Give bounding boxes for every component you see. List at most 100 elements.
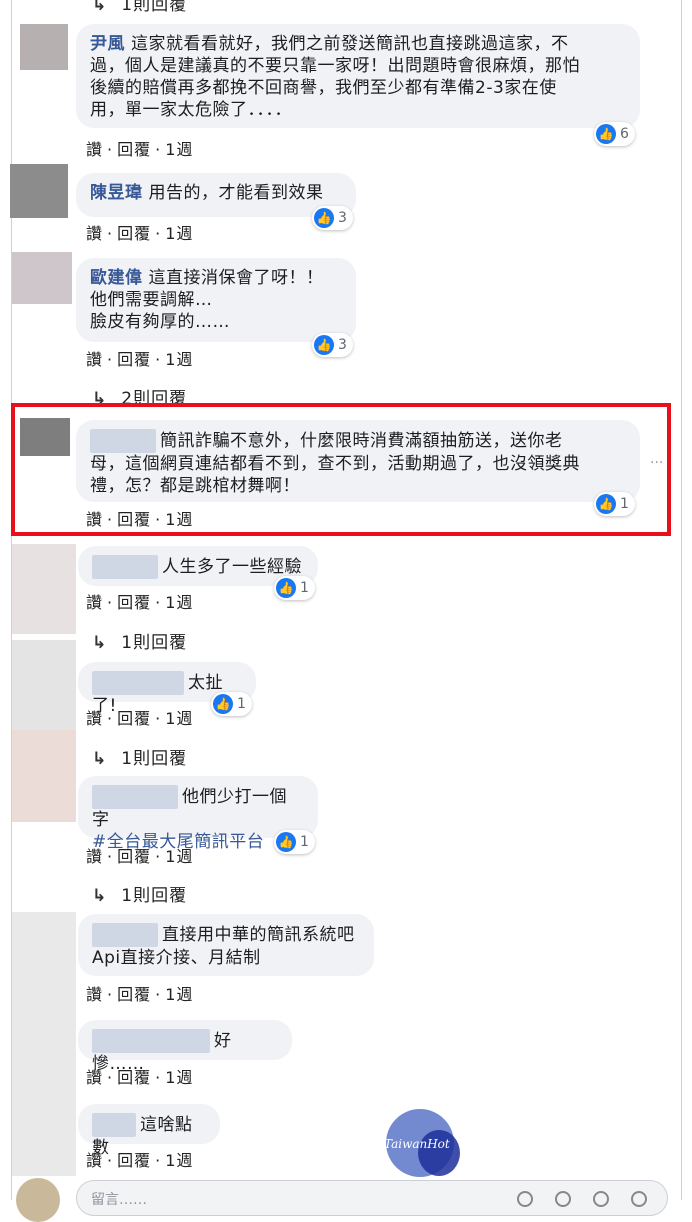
gif-icon[interactable]	[593, 1191, 609, 1207]
comment-actions: 讚 · 回覆 · 1週	[86, 224, 194, 243]
reply-button[interactable]: 回覆	[117, 1151, 151, 1170]
commenter-name[interactable]: 歐建偉	[90, 268, 143, 288]
timestamp[interactable]: 1週	[165, 350, 193, 369]
like-button[interactable]: 讚	[86, 593, 103, 612]
timestamp[interactable]: 1週	[165, 593, 193, 612]
timestamp[interactable]: 1週	[165, 1151, 193, 1170]
comment-bubble: 他們少打一個字 #全台最大尾簡訊平台	[78, 776, 318, 852]
view-replies-link[interactable]: ↳ 1則回覆	[92, 744, 187, 769]
comment-text: Api直接介接、月結制	[92, 948, 261, 968]
camera-icon[interactable]	[555, 1191, 571, 1207]
comment-bubble: 好慘……	[78, 1020, 292, 1074]
like-button[interactable]: 讚	[86, 1151, 103, 1170]
more-options-icon[interactable]: ···	[650, 455, 663, 471]
reply-arrow-icon: ↳	[92, 749, 108, 769]
timestamp[interactable]: 1週	[165, 985, 193, 1004]
composer-avatar[interactable]	[16, 1178, 60, 1222]
comment-text: 母，這個網頁連結都看不到，查不到，活動期過了，也沒領獎典	[90, 454, 580, 474]
like-button[interactable]: 讚	[86, 985, 103, 1004]
comment-text: 禮，怎？都是跳棺材舞啊！	[90, 476, 300, 496]
reply-button[interactable]: 回覆	[117, 1068, 151, 1087]
comment-text: 臉皮有夠厚的……	[90, 312, 230, 332]
like-button[interactable]: 讚	[86, 510, 103, 529]
commenter-name[interactable]: 尹風	[90, 34, 125, 54]
like-icon: 👍	[314, 208, 334, 228]
timestamp[interactable]: 1週	[165, 1068, 193, 1087]
avatar[interactable]	[12, 640, 76, 730]
timestamp[interactable]: 1週	[165, 224, 193, 243]
avatar[interactable]	[12, 544, 76, 634]
blurred-name	[92, 555, 158, 579]
reaction-count[interactable]: 👍 1	[274, 576, 315, 600]
comment-bubble: 歐建偉 這直接消保會了呀！！ 他們需要調解… 臉皮有夠厚的……	[76, 258, 356, 342]
reply-button[interactable]: 回覆	[117, 709, 151, 728]
comment-actions: 讚 · 回覆 · 1週	[86, 985, 194, 1004]
comment-text: 用，單一家太危險了．．．．	[90, 100, 292, 120]
reply-button[interactable]: 回覆	[117, 140, 151, 159]
timestamp[interactable]: 1週	[165, 140, 193, 159]
like-button[interactable]: 讚	[86, 350, 103, 369]
reaction-count[interactable]: 👍 3	[312, 333, 353, 357]
like-icon: 👍	[213, 694, 233, 714]
reaction-count[interactable]: 👍 1	[274, 830, 315, 854]
reply-button[interactable]: 回覆	[117, 593, 151, 612]
reply-button[interactable]: 回覆	[117, 847, 151, 866]
timestamp[interactable]: 1週	[165, 510, 193, 529]
comment-bubble: 直接用中華的簡訊系統吧 Api直接介接、月結制	[78, 914, 374, 976]
view-replies-link[interactable]: ↳ 1則回覆	[92, 628, 187, 653]
like-button[interactable]: 讚	[86, 140, 103, 159]
reaction-count[interactable]: 👍 1	[211, 692, 252, 716]
avatar[interactable]	[12, 730, 76, 822]
blurred-name	[90, 429, 156, 453]
reaction-count[interactable]: 👍 1	[594, 492, 635, 516]
avatar[interactable]	[20, 418, 70, 456]
comment-actions: 讚 · 回覆 · 1週	[86, 140, 194, 159]
comment-actions: 讚 · 回覆 · 1週	[86, 709, 194, 728]
comment-text: 人生多了一些經驗	[162, 557, 302, 577]
reply-button[interactable]: 回覆	[117, 510, 151, 529]
like-button[interactable]: 讚	[86, 1068, 103, 1087]
reaction-count[interactable]: 👍 6	[594, 122, 635, 146]
watermark-text: TaiwanHot	[384, 1137, 450, 1151]
reply-button[interactable]: 回覆	[117, 224, 151, 243]
reply-arrow-icon: ↳	[92, 633, 108, 653]
reply-button[interactable]: 回覆	[117, 350, 151, 369]
reply-button[interactable]: 回覆	[117, 985, 151, 1004]
timestamp[interactable]: 1週	[165, 709, 193, 728]
blurred-name	[92, 923, 158, 947]
comment-bubble: 尹風 這家就看看就好，我們之前發送簡訊也直接跳過這家，不 過，個人是建議真的不要只…	[76, 24, 640, 128]
comment-text: 用告的，才能看到效果	[148, 183, 324, 203]
like-button[interactable]: 讚	[86, 709, 103, 728]
like-icon: 👍	[596, 494, 616, 514]
avatar[interactable]	[12, 1006, 76, 1096]
emoji-icon[interactable]	[517, 1191, 533, 1207]
avatar[interactable]	[12, 912, 76, 1006]
view-replies-link[interactable]: ↳ 1則回覆	[92, 0, 187, 15]
avatar[interactable]	[20, 24, 68, 70]
reaction-count[interactable]: 👍 3	[312, 206, 353, 230]
like-button[interactable]: 讚	[86, 224, 103, 243]
view-replies-link[interactable]: ↳ 1則回覆	[92, 881, 187, 906]
comment-text: 這家就看看就好，我們之前發送簡訊也直接跳過這家，不	[131, 34, 569, 54]
timestamp[interactable]: 1週	[165, 847, 193, 866]
avatar[interactable]	[10, 164, 68, 218]
avatar[interactable]	[12, 252, 72, 304]
comment-actions: 讚 · 回覆 · 1週	[86, 847, 194, 866]
blurred-name	[92, 1029, 210, 1053]
comment-input-placeholder: 留言……	[91, 1192, 147, 1208]
commenter-name[interactable]: 陳昱瑋	[90, 183, 143, 203]
comment-text: 過，個人是建議真的不要只靠一家呀！出問題時會很麻煩，那怕	[90, 56, 580, 76]
like-icon: 👍	[276, 832, 296, 852]
avatar[interactable]	[12, 1096, 76, 1176]
comment-actions: 讚 · 回覆 · 1週	[86, 1068, 194, 1087]
comment-text: 他們需要調解…	[90, 290, 213, 310]
reply-arrow-icon: ↳	[92, 886, 108, 906]
sticker-icon[interactable]	[631, 1191, 647, 1207]
comment-input[interactable]: 留言……	[76, 1180, 668, 1216]
comment-actions: 讚 · 回覆 · 1週	[86, 1151, 194, 1170]
comment-actions: 讚 · 回覆 · 1週	[86, 350, 194, 369]
blurred-name	[92, 785, 178, 809]
comment-bubble: 這啥點數	[78, 1104, 220, 1158]
comment-actions: 讚 · 回覆 · 1週	[86, 593, 194, 612]
like-button[interactable]: 讚	[86, 847, 103, 866]
